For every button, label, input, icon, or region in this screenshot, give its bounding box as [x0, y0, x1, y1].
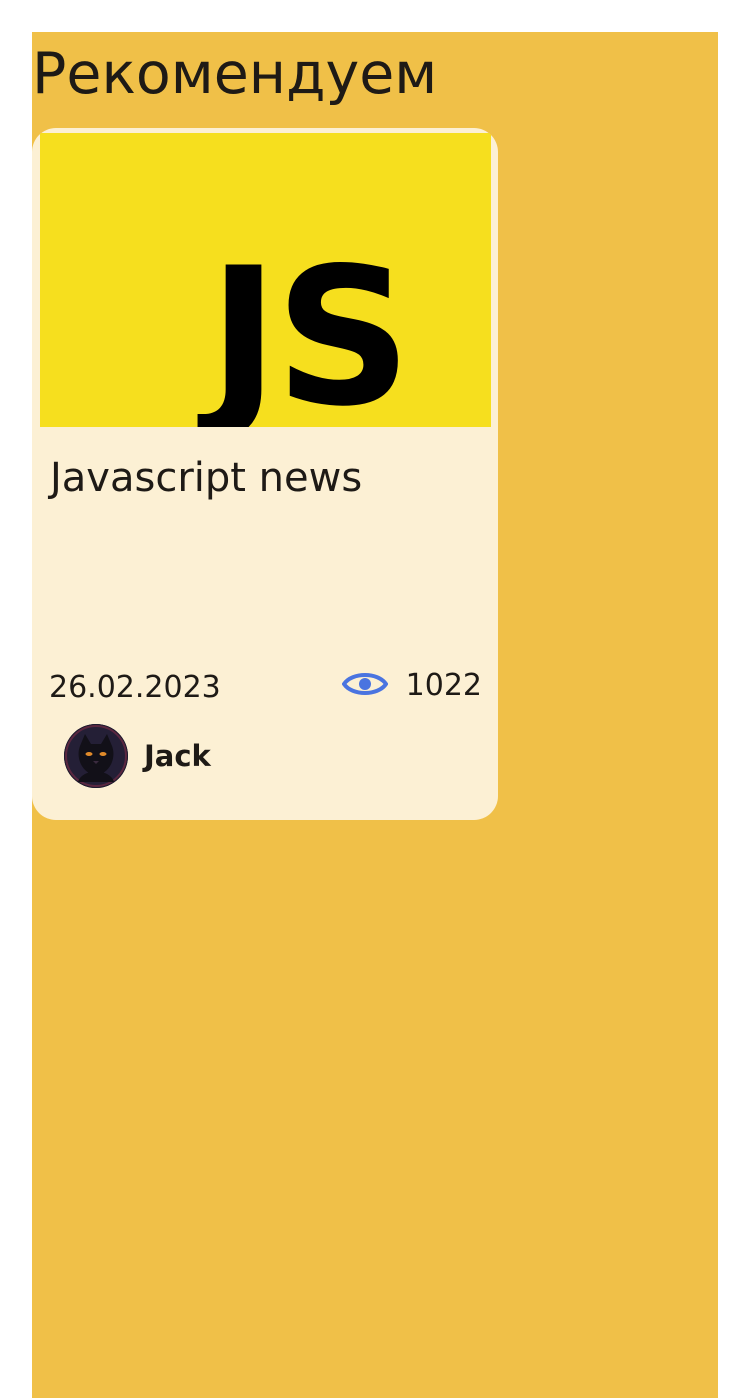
views-counter: 1022 — [341, 666, 482, 706]
views-count: 1022 — [405, 668, 482, 703]
eye-icon — [341, 668, 389, 705]
javascript-logo: JS — [40, 133, 491, 427]
author[interactable]: Jack — [64, 724, 211, 788]
article-title[interactable]: Javascript news — [50, 450, 362, 506]
section-title: Рекомендуем — [32, 41, 438, 107]
recommended-section: Рекомендуем JS Javascript news 26.02.202… — [32, 32, 718, 1398]
article-date: 26.02.2023 — [49, 670, 221, 705]
logo-text: JS — [197, 227, 408, 427]
article-card[interactable]: JS Javascript news 26.02.2023 1022 Jack — [32, 128, 498, 820]
author-avatar[interactable] — [64, 724, 128, 788]
article-cover-image: JS — [40, 133, 491, 427]
author-name[interactable]: Jack — [144, 739, 211, 773]
